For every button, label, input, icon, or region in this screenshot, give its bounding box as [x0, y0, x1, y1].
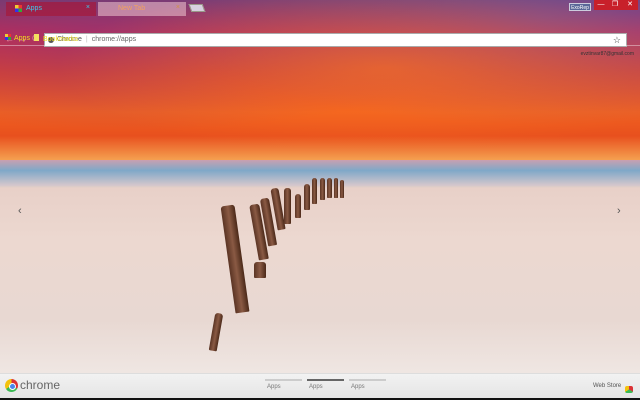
new-tab-button[interactable]	[188, 4, 206, 12]
web-store-link[interactable]: Web Store	[593, 383, 621, 389]
tab-strip: Apps × New Tab × ExoRep — ❐ ✕	[0, 0, 640, 16]
next-page-arrow[interactable]: ›	[617, 205, 621, 217]
folder-icon	[34, 34, 39, 41]
tab-new-tab[interactable]: New Tab ×	[98, 2, 186, 16]
tab-close-button[interactable]: ×	[176, 4, 180, 11]
profile-button[interactable]: ExoRep	[569, 3, 591, 11]
page-label[interactable]: Apps	[351, 384, 365, 390]
apps-grid-icon	[15, 5, 22, 12]
divider	[0, 45, 640, 46]
tab-close-button[interactable]: ×	[86, 4, 90, 11]
bookmark-label: Bookmarks	[43, 36, 79, 43]
page-indicator[interactable]	[265, 379, 302, 381]
chrome-wordmark: chrome	[20, 378, 61, 392]
bookmark-label: Apps	[14, 35, 30, 42]
toolbar: ← → C Chrome|chrome://apps ☆	[0, 16, 640, 47]
prev-page-arrow[interactable]: ‹	[18, 205, 22, 217]
tab-title: Apps	[26, 5, 42, 12]
apps-grid-icon	[5, 34, 11, 40]
bookmark-bookmarks[interactable]: Bookmarks	[34, 34, 78, 43]
web-store-icon[interactable]	[625, 386, 633, 393]
restore-button[interactable]: ❐	[608, 0, 622, 10]
account-email[interactable]: evztinvar87@gmail.com	[581, 51, 634, 57]
page-indicator-active[interactable]	[307, 379, 344, 381]
bookmark-apps[interactable]: Apps	[5, 34, 30, 42]
page-label[interactable]: Apps	[309, 384, 323, 390]
separator: |	[85, 36, 88, 43]
close-window-button[interactable]: ✕	[622, 0, 638, 10]
page-indicator[interactable]	[349, 379, 386, 381]
page-label[interactable]: Apps	[267, 384, 281, 390]
footer: chrome Apps Apps Apps Web Store	[0, 373, 640, 400]
chrome-logo-icon	[5, 379, 18, 392]
tab-apps[interactable]: Apps ×	[6, 2, 96, 16]
url-text: chrome://apps	[91, 36, 137, 43]
tab-title: New Tab	[118, 5, 146, 12]
minimize-button[interactable]: —	[594, 0, 608, 10]
